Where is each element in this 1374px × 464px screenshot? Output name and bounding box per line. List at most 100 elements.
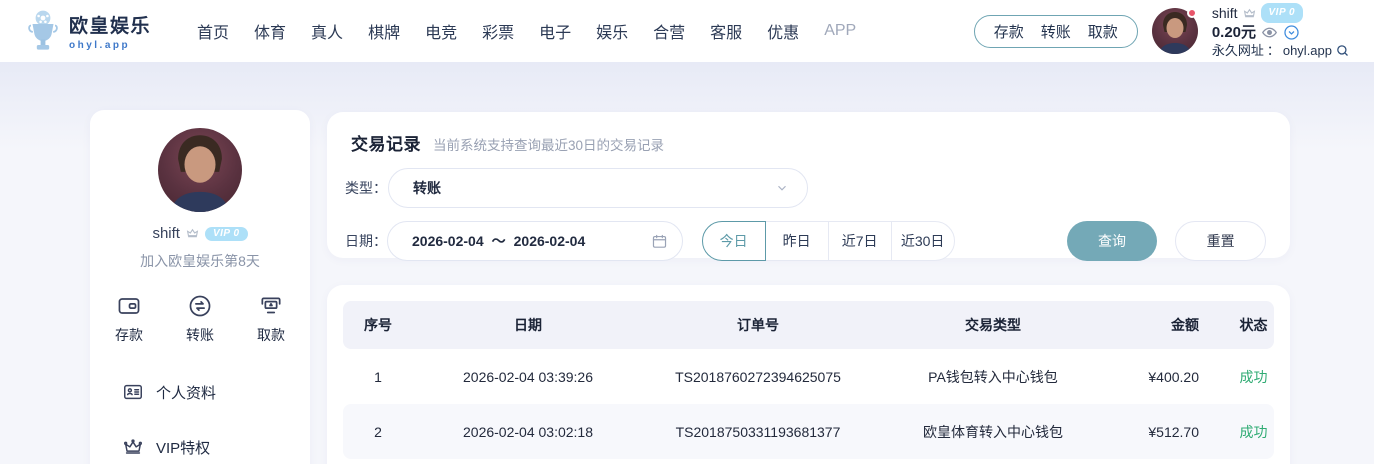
cell-index: 1 [343, 369, 413, 385]
site-title: 欧皇娱乐 [69, 11, 151, 38]
perma-url-colon: ： [1267, 42, 1280, 59]
date-from-value: 2026-02-04 [412, 233, 484, 249]
cell-status: 成功 [1233, 422, 1274, 442]
wallet-actions-pill: 存款 转账 取款 [974, 15, 1138, 48]
nav-item-app[interactable]: APP [824, 22, 856, 40]
sidebar-deposit-label: 存款 [115, 325, 143, 345]
range-7days-button[interactable]: 近7日 [828, 221, 892, 261]
transaction-type-select[interactable]: 转账 [388, 168, 808, 208]
col-header-status: 状态 [1233, 315, 1274, 335]
notification-dot [1187, 8, 1197, 18]
sidebar-vip-badge[interactable]: VIP 0 [205, 227, 248, 241]
transfer-link[interactable]: 转账 [1041, 21, 1071, 42]
sidebar-menu: 个人资料 VIP特权 [90, 381, 310, 458]
transfer-icon [187, 293, 213, 319]
perma-url-label: 永久网址 [1212, 42, 1264, 59]
sidebar-item-profile[interactable]: 个人资料 [90, 381, 310, 403]
cell-date: 2026-02-04 03:02:18 [413, 424, 643, 440]
type-filter-row: 类型： 转账 [345, 168, 1266, 208]
cell-order-number: TS2018760272394625075 [643, 369, 873, 385]
page-subtitle: 当前系统支持查询最近30日的交易记录 [433, 134, 664, 154]
table-header-row: 序号 日期 订单号 交易类型 金额 状态 [343, 301, 1274, 349]
cell-index: 2 [343, 424, 413, 440]
sidebar-avatar-image [158, 128, 242, 212]
sidebar-withdraw-button[interactable]: 取款 [257, 293, 285, 345]
eye-icon[interactable] [1261, 24, 1278, 41]
cell-date: 2026-02-04 03:39:26 [413, 369, 643, 385]
search-icon[interactable] [1335, 43, 1350, 58]
cell-transaction-type: 欧皇体育转入中心钱包 [873, 422, 1113, 442]
header-right: 存款 转账 取款 shift VIP 0 [974, 3, 1350, 59]
date-tilde: ～ [492, 231, 506, 251]
nav-item-support[interactable]: 客服 [710, 19, 742, 43]
perma-url-value: ohyl.app [1283, 42, 1332, 59]
joined-days-text: 加入欧皇娱乐第8天 [90, 251, 310, 271]
sidebar-item-profile-label: 个人资料 [156, 382, 216, 403]
profile-sidebar: shift VIP 0 加入欧皇娱乐第8天 存款 转账 取款 [90, 110, 310, 464]
nav-item-alliance[interactable]: 合营 [653, 19, 685, 43]
nav-item-entertainment[interactable]: 娱乐 [596, 19, 628, 43]
sidebar-transfer-label: 转账 [186, 325, 214, 345]
user-avatar[interactable] [1152, 8, 1198, 54]
range-30days-button[interactable]: 近30日 [891, 221, 955, 261]
type-label: 类型： [345, 178, 388, 198]
username: shift [1212, 5, 1238, 22]
sidebar-item-vip-label: VIP特权 [156, 437, 210, 458]
main-nav: 首页 体育 真人 棋牌 电竞 彩票 电子 娱乐 合营 客服 优惠 APP [197, 19, 856, 43]
cell-amount: ¥400.20 [1113, 369, 1233, 385]
col-header-amount: 金额 [1113, 315, 1233, 335]
cell-order-number: TS2018750331193681377 [643, 424, 873, 440]
nav-item-promotions[interactable]: 优惠 [767, 19, 799, 43]
range-today-button[interactable]: 今日 [702, 221, 766, 261]
vip-crown-icon [1243, 7, 1256, 20]
id-card-icon [122, 381, 144, 403]
search-button[interactable]: 查询 [1067, 221, 1158, 261]
trophy-logo-icon [26, 9, 60, 53]
col-header-date: 日期 [413, 315, 643, 335]
reset-button[interactable]: 重置 [1175, 221, 1266, 261]
nav-item-home[interactable]: 首页 [197, 19, 229, 43]
transaction-filter-card: 交易记录 当前系统支持查询最近30日的交易记录 类型： 转账 日期： 2026-… [327, 112, 1290, 258]
withdraw-link[interactable]: 取款 [1088, 21, 1118, 42]
sidebar-withdraw-label: 取款 [257, 325, 285, 345]
nav-item-slots[interactable]: 电子 [539, 19, 571, 43]
range-yesterday-button[interactable]: 昨日 [765, 221, 829, 261]
nav-item-chess[interactable]: 棋牌 [368, 19, 400, 43]
cell-transaction-type: PA钱包转入中心钱包 [873, 367, 1113, 387]
cell-status: 成功 [1233, 367, 1274, 387]
transaction-table-card: 序号 日期 订单号 交易类型 金额 状态 1 2026-02-04 03:39:… [327, 285, 1290, 464]
sidebar-item-vip[interactable]: VIP特权 [90, 436, 310, 458]
site-domain: ohyl.app [69, 40, 151, 51]
sidebar-avatar[interactable] [158, 128, 242, 212]
sidebar-username: shift [152, 225, 180, 242]
refresh-balance-icon[interactable] [1283, 24, 1300, 41]
sidebar-quick-actions: 存款 转账 取款 [90, 293, 310, 345]
date-label: 日期： [345, 231, 387, 251]
sidebar-deposit-button[interactable]: 存款 [115, 293, 143, 345]
nav-item-sports[interactable]: 体育 [254, 19, 286, 43]
withdraw-icon [258, 293, 284, 319]
col-header-index: 序号 [343, 315, 413, 335]
vip-level-badge[interactable]: VIP 0 [1261, 3, 1304, 23]
nav-item-live-casino[interactable]: 真人 [311, 19, 343, 43]
balance-amount: 0.20元 [1212, 24, 1256, 41]
site-logo[interactable]: 欧皇娱乐 ohyl.app [26, 9, 151, 53]
transaction-type-value: 转账 [413, 178, 775, 198]
top-header: 欧皇娱乐 ohyl.app 首页 体育 真人 棋牌 电竞 彩票 电子 娱乐 合营… [0, 0, 1374, 62]
col-header-order: 订单号 [643, 315, 873, 335]
chevron-down-icon [775, 181, 789, 195]
page-title: 交易记录 [351, 130, 421, 155]
nav-item-esports[interactable]: 电竞 [425, 19, 457, 43]
date-to-value: 2026-02-04 [514, 233, 586, 249]
col-header-type: 交易类型 [873, 315, 1113, 335]
date-range-presets: 今日 昨日 近7日 近30日 [702, 221, 955, 261]
date-range-input[interactable]: 2026-02-04 ～ 2026-02-04 [387, 221, 683, 261]
nav-item-lottery[interactable]: 彩票 [482, 19, 514, 43]
date-filter-row: 日期： 2026-02-04 ～ 2026-02-04 今日 昨日 近7日 近3… [345, 221, 1266, 261]
calendar-icon [651, 233, 668, 250]
sidebar-transfer-button[interactable]: 转账 [186, 293, 214, 345]
table-row: 1 2026-02-04 03:39:26 TS2018760272394625… [343, 349, 1274, 404]
sidebar-vip-crown-icon [186, 227, 199, 240]
deposit-link[interactable]: 存款 [994, 21, 1024, 42]
user-info: shift VIP 0 0.20元 永久网址 ： ohyl.app [1212, 3, 1350, 59]
